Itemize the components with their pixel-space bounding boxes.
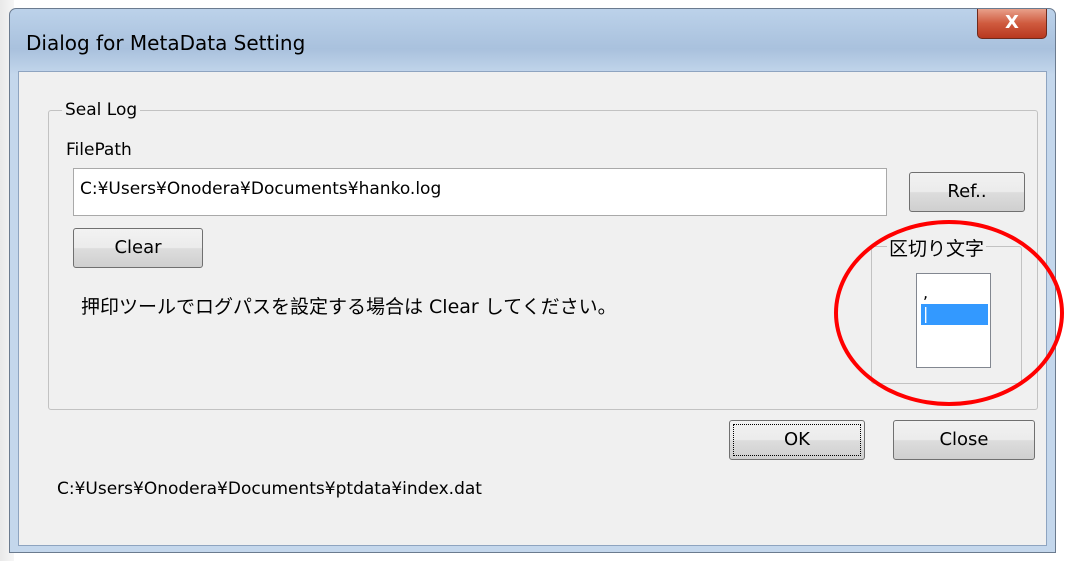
delimiter-listbox[interactable]: , | bbox=[916, 273, 991, 368]
close-button[interactable]: Close bbox=[893, 420, 1035, 460]
title-bar[interactable]: Dialog for MetaData Setting X bbox=[10, 9, 1055, 69]
data-path-text: C:¥Users¥Onodera¥Documents¥ptdata¥index.… bbox=[57, 479, 482, 499]
delimiter-option-comma[interactable]: , bbox=[921, 283, 988, 304]
filepath-input[interactable]: C:¥Users¥Onodera¥Documents¥hanko.log bbox=[73, 168, 887, 216]
clear-button[interactable]: Clear bbox=[73, 228, 203, 268]
delimiter-option-pipe[interactable]: | bbox=[921, 304, 988, 325]
ref-button[interactable]: Ref.. bbox=[909, 172, 1025, 212]
delimiter-group-label: 区切り文字 bbox=[887, 234, 987, 261]
window-close-button[interactable]: X bbox=[977, 9, 1047, 39]
dialog-client-area: Seal Log FilePath C:¥Users¥Onodera¥Docum… bbox=[18, 71, 1047, 546]
seal-log-group-label: Seal Log bbox=[62, 100, 141, 120]
dialog-window: Dialog for MetaData Setting X Seal Log F… bbox=[9, 8, 1056, 553]
filepath-label: FilePath bbox=[66, 140, 132, 160]
clear-hint-text: 押印ツールでログパスを設定する場合は Clear してください。 bbox=[81, 296, 617, 318]
window-title: Dialog for MetaData Setting bbox=[26, 31, 306, 55]
ok-button[interactable]: OK bbox=[729, 420, 865, 460]
